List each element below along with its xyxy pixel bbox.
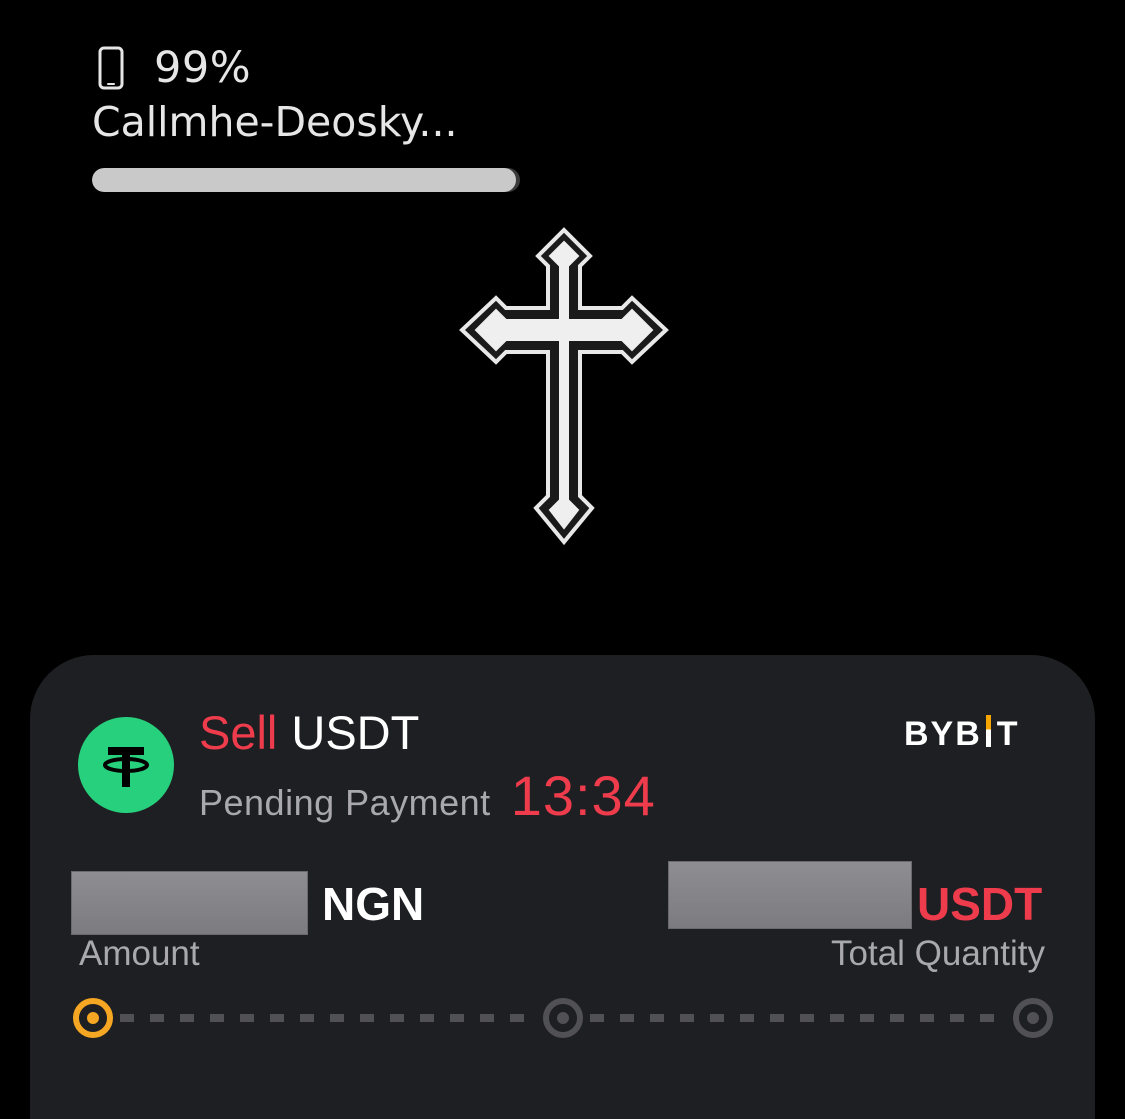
order-title: Sell USDT [199,705,419,760]
battery-row: 99% [92,40,532,96]
amount-currency: NGN [322,878,425,930]
countdown-timer: 13:34 [510,764,656,827]
bybit-logo: BYB T [904,715,1020,753]
battery-widget: 99% Callmhe-Deosky... [92,40,532,192]
redacted-quantity [668,861,912,929]
phone-icon [98,46,124,90]
order-status-row: Pending Payment 13:34 [199,763,656,828]
amount-caption: Amount [79,934,200,973]
order-side: Sell [199,706,278,759]
order-progress-track [73,998,1053,1038]
progress-step-3 [1013,998,1053,1038]
live-activity-card[interactable]: Sell USDT Pending Payment 13:34 BYB T NGN … [30,655,1095,1119]
progress-step-2 [543,998,583,1038]
cross-wallpaper-icon [459,227,669,546]
battery-level-fill [92,168,516,192]
progress-step-1 [73,998,113,1038]
order-coin: USDT [291,706,420,759]
battery-percent: 99% [154,43,252,93]
lock-screen: 99% Callmhe-Deosky... Sell USDT Pending P… [0,0,1125,1119]
battery-level-bar [92,168,520,192]
quantity-caption: Total Quantity [831,934,1045,973]
quantity-currency: USDT [917,878,1043,930]
device-name: Callmhe-Deosky... [92,98,458,146]
redacted-amount [71,871,308,935]
tether-icon [78,717,174,813]
order-status: Pending Payment [199,782,491,823]
